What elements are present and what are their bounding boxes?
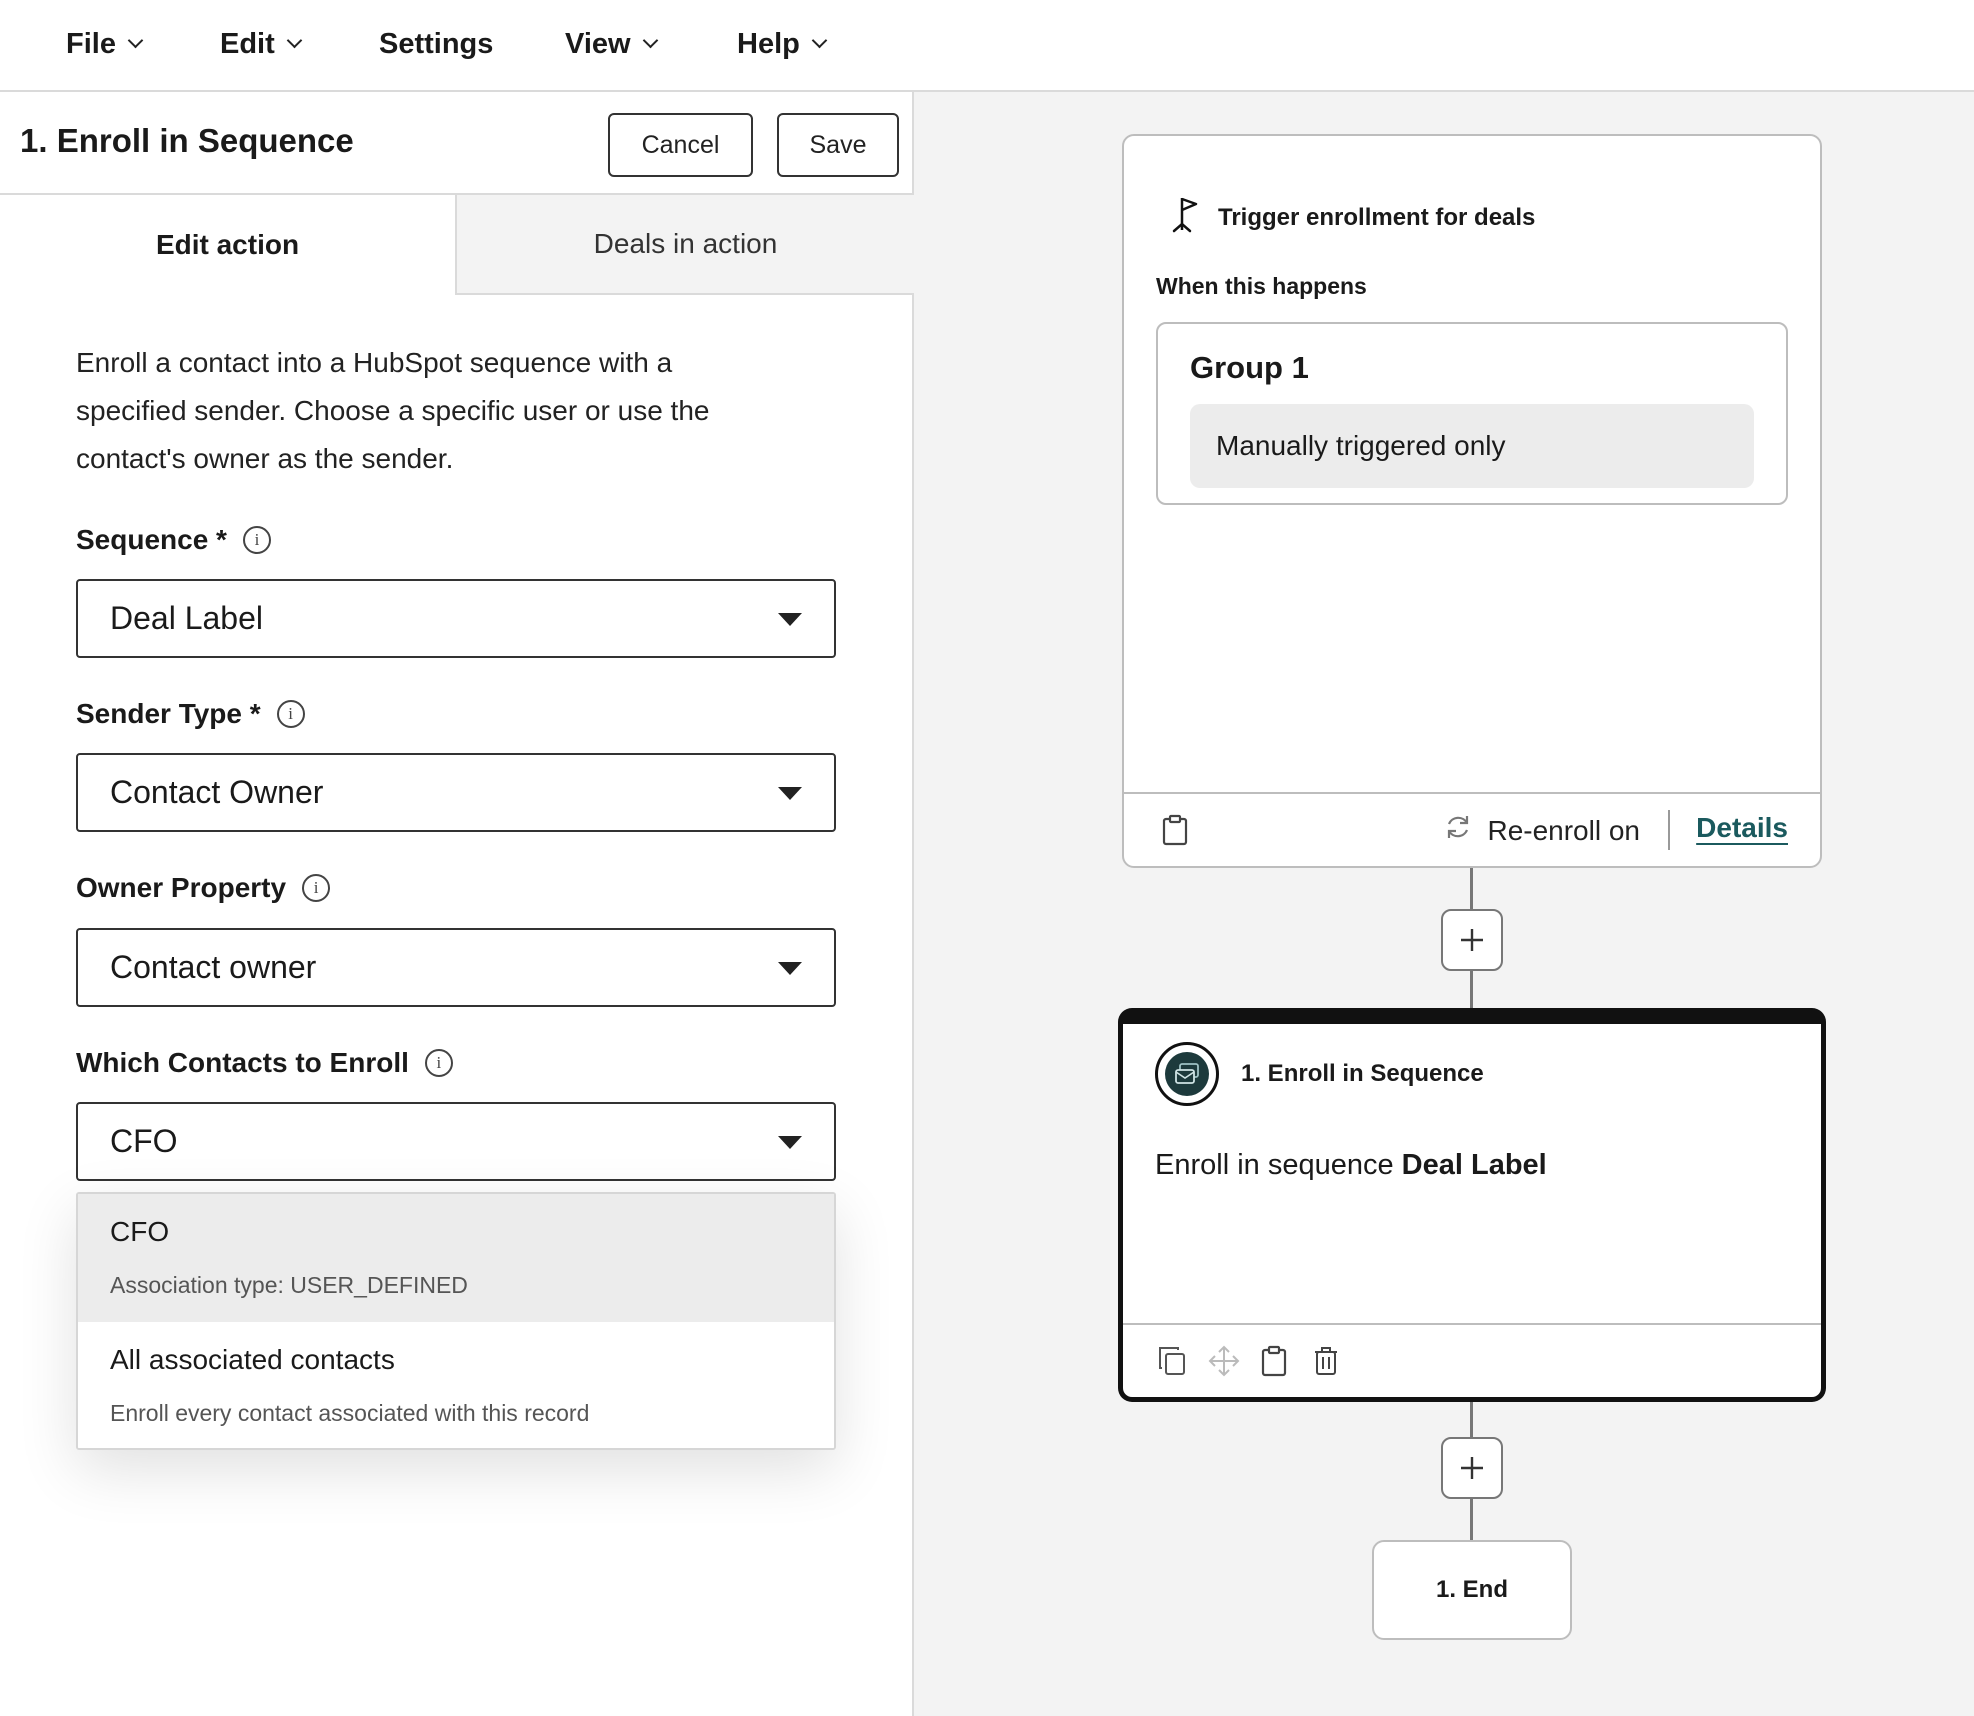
save-button[interactable]: Save bbox=[777, 113, 899, 177]
action-summary: Enroll in sequence Deal Label bbox=[1155, 1149, 1547, 1182]
caret-down-icon bbox=[778, 787, 802, 800]
menu-settings[interactable]: Settings bbox=[379, 24, 493, 64]
tab-deals-in-action[interactable]: Deals in action bbox=[455, 195, 914, 295]
action-editor-panel: 1. Enroll in Sequence Cancel Save Edit a… bbox=[0, 92, 914, 1716]
chevron-down-icon bbox=[811, 32, 828, 48]
menu-edit[interactable]: Edit bbox=[220, 24, 303, 64]
chevron-down-icon bbox=[127, 32, 144, 48]
option-subtitle: Enroll every contact associated with thi… bbox=[110, 1400, 590, 1426]
add-action-button[interactable] bbox=[1441, 909, 1503, 971]
sequence-select-value: Deal Label bbox=[110, 600, 263, 636]
menu-settings-label: Settings bbox=[379, 27, 494, 60]
option-subtitle: Association type: USER_DEFINED bbox=[110, 1272, 468, 1298]
panel-tabs: Edit action Deals in action bbox=[0, 195, 914, 295]
action-description: Enroll a contact into a HubSpot sequence… bbox=[76, 347, 710, 474]
owner-property-label-text: Owner Property bbox=[76, 872, 287, 903]
sender-type-field-label: Sender Type * i bbox=[76, 698, 305, 730]
when-label: When this happens bbox=[1156, 273, 1367, 299]
clipboard-icon[interactable] bbox=[1160, 812, 1190, 848]
caret-down-icon bbox=[778, 613, 802, 626]
menu-edit-label: Edit bbox=[220, 27, 275, 60]
reenroll-label: Re-enroll on bbox=[1487, 814, 1640, 846]
panel-header: 1. Enroll in Sequence Cancel Save bbox=[0, 92, 914, 195]
cancel-button[interactable]: Cancel bbox=[608, 113, 753, 177]
flag-icon bbox=[1170, 194, 1218, 241]
menu-file[interactable]: File bbox=[66, 24, 144, 64]
action-summary-value: Deal Label bbox=[1401, 1149, 1547, 1181]
sender-type-select-value: Contact Owner bbox=[110, 774, 324, 810]
sequence-icon bbox=[1155, 1042, 1219, 1106]
trash-icon[interactable] bbox=[1311, 1343, 1341, 1379]
menu-help-label: Help bbox=[737, 27, 800, 60]
details-link[interactable]: Details bbox=[1696, 812, 1788, 844]
chevron-down-icon bbox=[286, 32, 303, 48]
action-card[interactable]: 1. Enroll in Sequence Enroll in sequence… bbox=[1118, 1008, 1826, 1402]
which-contacts-select[interactable]: CFO bbox=[76, 1102, 836, 1181]
info-icon[interactable]: i bbox=[302, 874, 331, 902]
chevron-down-icon bbox=[642, 32, 658, 48]
owner-property-select-value: Contact owner bbox=[110, 949, 317, 985]
refresh-icon bbox=[1443, 812, 1487, 849]
info-icon[interactable]: i bbox=[276, 700, 305, 728]
sequence-select[interactable]: Deal Label bbox=[76, 579, 836, 658]
dropdown-option[interactable]: CFO Association type: USER_DEFINED bbox=[78, 1194, 834, 1322]
menu-view[interactable]: View bbox=[565, 24, 658, 64]
plus-icon bbox=[1461, 929, 1483, 951]
contacts-dropdown-menu: CFO Association type: USER_DEFINED All a… bbox=[76, 1192, 836, 1450]
owner-property-select[interactable]: Contact owner bbox=[76, 928, 836, 1007]
which-contacts-select-value: CFO bbox=[110, 1123, 178, 1159]
copy-icon[interactable] bbox=[1155, 1343, 1189, 1379]
action-title: 1. Enroll in Sequence bbox=[1241, 1060, 1484, 1087]
menu-view-label: View bbox=[565, 27, 631, 60]
menu-help[interactable]: Help bbox=[737, 24, 828, 64]
action-summary-prefix: Enroll in sequence bbox=[1155, 1149, 1394, 1181]
footer-divider bbox=[1668, 810, 1670, 850]
which-contacts-field-label: Which Contacts to Enroll i bbox=[76, 1047, 453, 1079]
group-title: Group 1 bbox=[1190, 350, 1309, 385]
trigger-card[interactable]: Trigger enrollment for deals When this h… bbox=[1122, 134, 1822, 868]
trigger-header: Trigger enrollment for deals bbox=[1170, 194, 1535, 241]
move-icon[interactable] bbox=[1207, 1343, 1241, 1379]
action-card-footer bbox=[1123, 1323, 1821, 1397]
trigger-card-footer: Re-enroll on Details bbox=[1124, 792, 1820, 866]
option-title: All associated contacts bbox=[110, 1344, 395, 1375]
which-contacts-label-text: Which Contacts to Enroll bbox=[76, 1047, 409, 1078]
group-condition: Manually triggered only bbox=[1190, 404, 1754, 488]
menu-file-label: File bbox=[66, 27, 116, 60]
caret-down-icon bbox=[778, 962, 802, 975]
info-icon[interactable]: i bbox=[242, 526, 271, 554]
clipboard-icon[interactable] bbox=[1259, 1343, 1289, 1379]
action-header: 1. Enroll in Sequence bbox=[1155, 1042, 1484, 1106]
caret-down-icon bbox=[778, 1136, 802, 1149]
end-node[interactable]: 1. End bbox=[1372, 1540, 1572, 1640]
add-action-button[interactable] bbox=[1441, 1437, 1503, 1499]
trigger-group: Group 1 Manually triggered only bbox=[1156, 322, 1788, 505]
plus-icon bbox=[1461, 1457, 1483, 1479]
workflow-canvas: Trigger enrollment for deals When this h… bbox=[914, 92, 1974, 1716]
sequence-field-label: Sequence * i bbox=[76, 524, 271, 556]
sequence-label-text: Sequence * bbox=[76, 524, 227, 555]
info-icon[interactable]: i bbox=[424, 1049, 453, 1077]
menu-bar: File Edit Settings View Help bbox=[0, 0, 1974, 92]
reenroll-status: Re-enroll on bbox=[1443, 812, 1640, 849]
sender-type-label-text: Sender Type * bbox=[76, 698, 261, 729]
option-title: CFO bbox=[110, 1216, 170, 1247]
trigger-title: Trigger enrollment for deals bbox=[1218, 203, 1536, 231]
dropdown-option[interactable]: All associated contacts Enroll every con… bbox=[78, 1322, 834, 1448]
sender-type-select[interactable]: Contact Owner bbox=[76, 753, 836, 832]
owner-property-field-label: Owner Property i bbox=[76, 872, 331, 904]
panel-title: 1. Enroll in Sequence bbox=[20, 122, 354, 159]
tab-edit-action[interactable]: Edit action bbox=[0, 195, 455, 295]
